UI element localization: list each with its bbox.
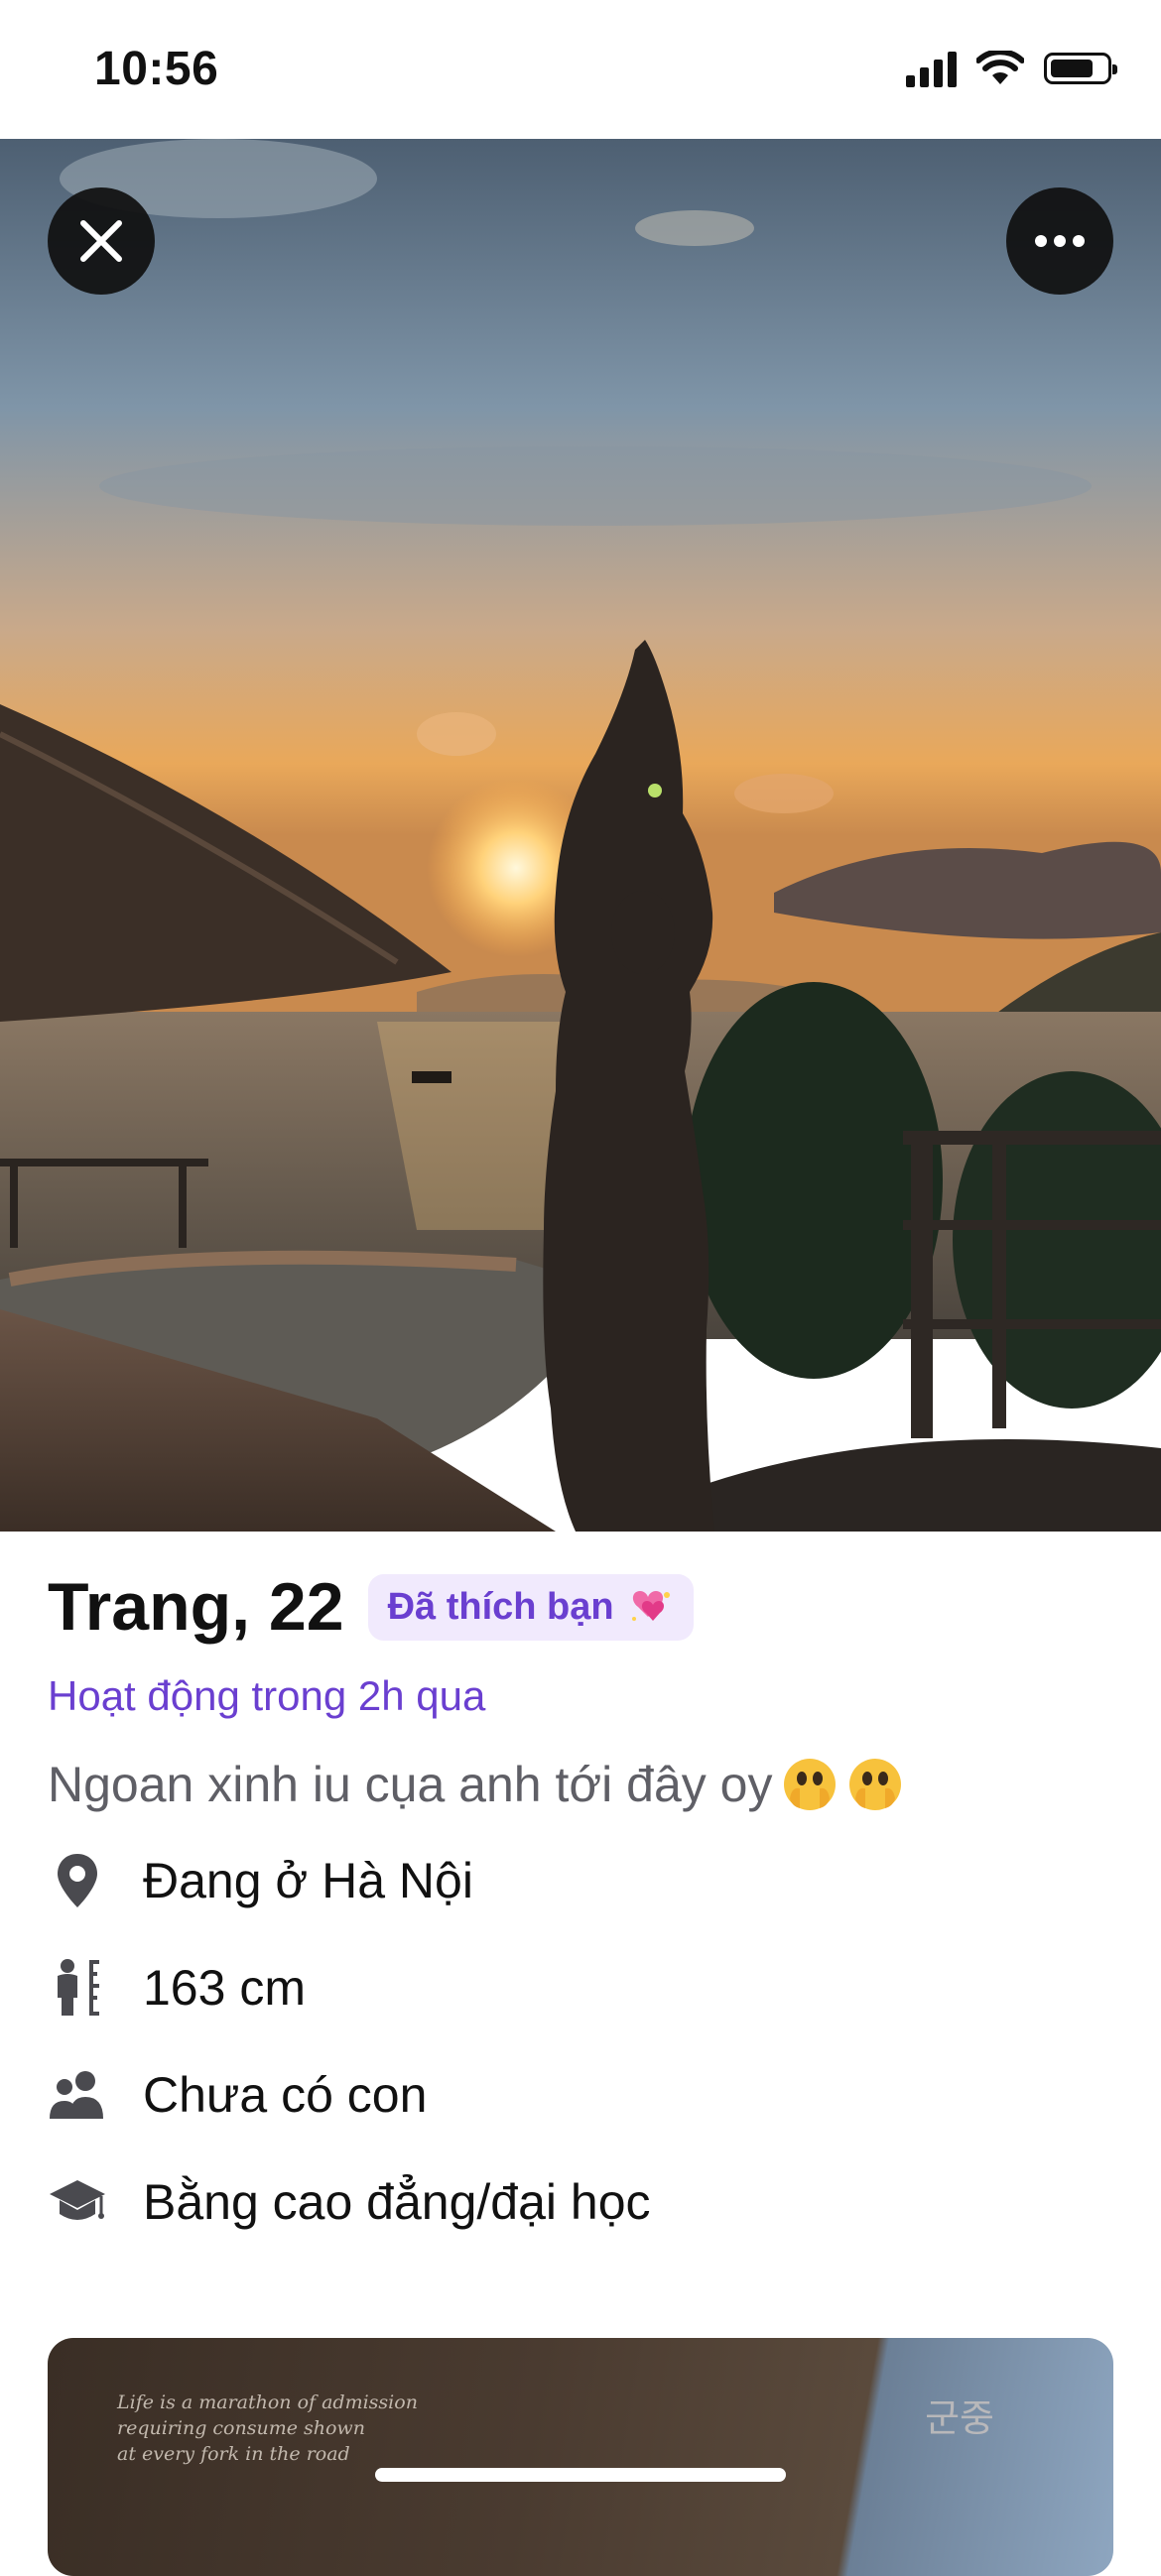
liked-you-badge: Đã thích bạn [367, 1573, 694, 1641]
face-with-open-eyes-hand-over-mouth-emoji-icon [784, 1759, 837, 1810]
info-row-location: Đang ở Hà Nội [48, 1827, 1113, 1934]
next-photo-card[interactable]: Life is a marathon of admission requirin… [48, 2338, 1113, 2576]
education-text: Bằng cao đẳng/đại học [143, 2174, 651, 2230]
location-pin-icon [48, 1851, 107, 1910]
cellular-signal-icon [906, 50, 957, 87]
liked-badge-label: Đã thích bạn [387, 1585, 614, 1628]
height-icon [48, 1958, 107, 2018]
profile-photo[interactable] [0, 139, 1161, 1532]
status-time: 10:56 [94, 43, 219, 95]
wifi-icon [976, 51, 1024, 84]
close-button[interactable] [48, 187, 155, 295]
profile-bio: Ngoan xinh iu cụa anh tới đây oy [48, 1756, 1113, 1813]
profile-info: Trang, 22 Đã thích bạn Hoạt động trong 2… [48, 1567, 1113, 2256]
face-with-open-eyes-hand-over-mouth-emoji-icon [849, 1759, 902, 1810]
photo-korean-text: 군중 [925, 2396, 994, 2440]
info-row-height: 163 cm [48, 1934, 1113, 2041]
info-row-education: Bằng cao đẳng/đại học [48, 2148, 1113, 2256]
status-bar: 10:56 [0, 0, 1161, 139]
status-icons [906, 50, 1117, 87]
close-icon [80, 220, 122, 262]
photo-quote-text: Life is a marathon of admission requirin… [117, 2392, 418, 2465]
more-dots-icon [1035, 235, 1085, 247]
children-text: Chưa có con [143, 2067, 428, 2123]
activity-status: Hoạt động trong 2h qua [48, 1672, 486, 1719]
height-text: 163 cm [143, 1960, 306, 2016]
home-indicator[interactable] [375, 2468, 786, 2482]
info-row-children: Chưa có con [48, 2041, 1113, 2148]
more-options-button[interactable] [1006, 187, 1113, 295]
name-row: Trang, 22 Đã thích bạn [48, 1567, 1113, 1647]
profile-details: Đang ở Hà Nội 163 cm Chưa có con Bằng ca… [48, 1827, 1113, 2256]
heart-sparkle-icon [631, 1591, 670, 1621]
bio-text: Ngoan xinh iu cụa anh tới đây oy [48, 1757, 773, 1812]
location-text: Đang ở Hà Nội [143, 1853, 473, 1908]
battery-icon [1044, 53, 1117, 84]
profile-name-age: Trang, 22 [48, 1569, 344, 1645]
graduation-cap-icon [48, 2172, 107, 2232]
people-icon [48, 2065, 107, 2125]
